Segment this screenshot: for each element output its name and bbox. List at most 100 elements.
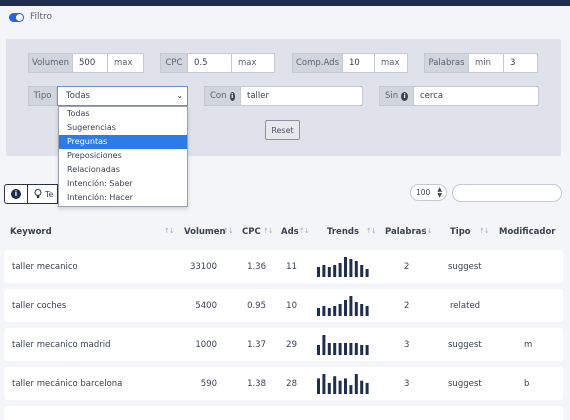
trend-bar xyxy=(349,343,353,355)
trend-bar xyxy=(349,259,353,277)
reset-button[interactable]: Reset xyxy=(265,120,300,140)
palabras-min-input[interactable]: min xyxy=(469,53,504,73)
trend-bar xyxy=(338,343,342,355)
comp-ads-max-input[interactable]: max xyxy=(375,53,408,73)
dropdown-option-preguntas[interactable]: Preguntas xyxy=(59,135,187,149)
trend-bar xyxy=(317,308,320,316)
tips-button[interactable]: Te xyxy=(28,184,58,204)
info-circle-icon: i xyxy=(11,189,21,199)
toggle-switch-icon[interactable] xyxy=(9,12,24,22)
table-row[interactable]: taller mecanico madrid 1000 1.37 29 3 su… xyxy=(4,328,563,361)
column-keyword[interactable]: Keyword xyxy=(10,227,52,237)
table-row[interactable]: taller mecánico barcelona 590 1.38 28 3 … xyxy=(4,367,563,400)
comp-ads-filter: Comp.Ads 10 max xyxy=(292,53,408,73)
table-row[interactable]: taller coches 5400 0.95 10 2 related xyxy=(4,289,563,322)
column-volumen[interactable]: Volumen xyxy=(184,227,226,237)
sort-arrows-icon[interactable]: ↑↓ xyxy=(479,227,490,235)
cell-ads: 11 xyxy=(286,262,297,272)
column-trends[interactable]: Trends xyxy=(327,227,359,237)
tipo-selected-value: Todas xyxy=(66,91,90,101)
cell-tipo: suggest xyxy=(448,262,482,272)
cell-palabras: 2 xyxy=(404,262,410,272)
cell-tipo: suggest xyxy=(448,340,482,350)
cpc-min-input[interactable]: 0.5 xyxy=(188,53,232,73)
dropdown-option-intencion-saber[interactable]: Intención: Saber xyxy=(59,177,187,191)
sort-arrows-icon[interactable]: ↑↓ xyxy=(299,227,310,235)
trend-bar xyxy=(354,302,358,316)
column-modificador[interactable]: Modificador xyxy=(499,227,556,237)
chevron-down-icon: ⌄ xyxy=(176,91,183,100)
info-button[interactable]: i xyxy=(4,184,28,204)
trend-sparkline xyxy=(317,374,369,394)
cell-volumen: 1000 xyxy=(195,340,217,350)
trend-bar xyxy=(365,269,369,277)
table-row[interactable]: taller mecanico 33100 1.36 11 2 suggest xyxy=(4,250,563,283)
trend-bar xyxy=(360,345,364,355)
sort-arrows-icon[interactable]: ↑↓ xyxy=(263,227,274,235)
cpc-label: CPC xyxy=(160,53,188,73)
volumen-max-input[interactable]: max xyxy=(108,53,144,73)
trend-bar xyxy=(354,261,358,277)
dropdown-option-intencion-hacer[interactable]: Intención: Hacer xyxy=(59,191,187,205)
tipo-label: Tipo xyxy=(28,86,57,106)
cell-palabras: 2 xyxy=(404,301,410,311)
column-ads[interactable]: Ads xyxy=(281,227,299,237)
sort-arrows-icon[interactable]: ↑↓ xyxy=(164,227,175,235)
palabras-max-input[interactable]: 3 xyxy=(504,53,538,73)
con-label: Con i xyxy=(204,86,241,106)
tipo-select[interactable]: Todas ⌄ xyxy=(57,86,188,106)
cpc-max-input[interactable]: max xyxy=(232,53,275,73)
cell-cpc: 1.38 xyxy=(247,379,266,389)
trend-sparkline xyxy=(317,296,369,316)
info-icon[interactable]: i xyxy=(229,91,235,101)
cell-keyword: taller coches xyxy=(12,301,67,311)
cell-volumen: 590 xyxy=(200,379,217,389)
trend-bar xyxy=(349,296,353,316)
palabras-filter: Palabras min 3 xyxy=(424,53,538,73)
filter-toggle[interactable]: Filtro xyxy=(9,12,52,22)
column-cpc[interactable]: CPC xyxy=(242,227,261,237)
column-tipo[interactable]: Tipo xyxy=(450,227,471,237)
dropdown-option-todas[interactable]: Todas xyxy=(59,107,187,121)
sin-label: Sin i xyxy=(379,86,414,106)
con-input[interactable]: taller xyxy=(241,86,363,106)
trend-bar xyxy=(354,374,358,394)
info-icon[interactable]: i xyxy=(401,91,408,101)
trend-bar xyxy=(317,378,320,394)
sort-arrows-icon[interactable]: ↑↓ xyxy=(422,227,433,235)
filter-label: Filtro xyxy=(30,12,53,22)
trend-bar xyxy=(344,343,347,355)
trend-bar xyxy=(322,335,326,355)
column-palabras[interactable]: Palabras xyxy=(385,227,426,237)
trend-bar xyxy=(333,306,337,316)
trend-bar xyxy=(354,343,358,355)
dropdown-option-preposiciones[interactable]: Preposiciones xyxy=(59,149,187,163)
comp-ads-min-input[interactable]: 10 xyxy=(343,53,375,73)
sin-label-text: Sin xyxy=(385,91,399,101)
cell-palabras: 3 xyxy=(404,379,410,389)
trend-bar xyxy=(360,304,364,316)
dropdown-option-sugerencias[interactable]: Sugerencias xyxy=(59,121,187,135)
con-label-text: Con xyxy=(210,91,227,101)
trend-bar xyxy=(333,265,337,277)
trend-bar xyxy=(360,380,364,394)
trend-bar xyxy=(365,345,369,355)
search-input[interactable] xyxy=(452,184,562,202)
dropdown-option-relacionadas[interactable]: Relacionadas xyxy=(59,163,187,177)
cpc-filter: CPC 0.5 max xyxy=(160,53,275,73)
volumen-min-input[interactable]: 500 xyxy=(73,53,108,73)
cell-keyword: taller mecánico barcelona xyxy=(12,379,123,389)
cell-ads: 29 xyxy=(286,340,297,350)
page-size-select[interactable]: 100 ▲ ▼ xyxy=(410,184,447,201)
sort-arrows-icon[interactable]: ↑↓ xyxy=(223,227,234,235)
trend-bar xyxy=(333,343,337,355)
cell-ads: 28 xyxy=(286,379,297,389)
table-row[interactable] xyxy=(4,406,563,420)
sin-input[interactable]: cerca xyxy=(414,86,539,106)
sort-arrows-icon[interactable]: ↑↓ xyxy=(366,227,377,235)
trend-bar xyxy=(327,343,331,355)
trend-bar xyxy=(327,267,331,277)
cell-keyword: taller mecanico xyxy=(12,262,78,272)
trend-bar xyxy=(365,382,369,394)
trend-bar xyxy=(327,308,331,316)
